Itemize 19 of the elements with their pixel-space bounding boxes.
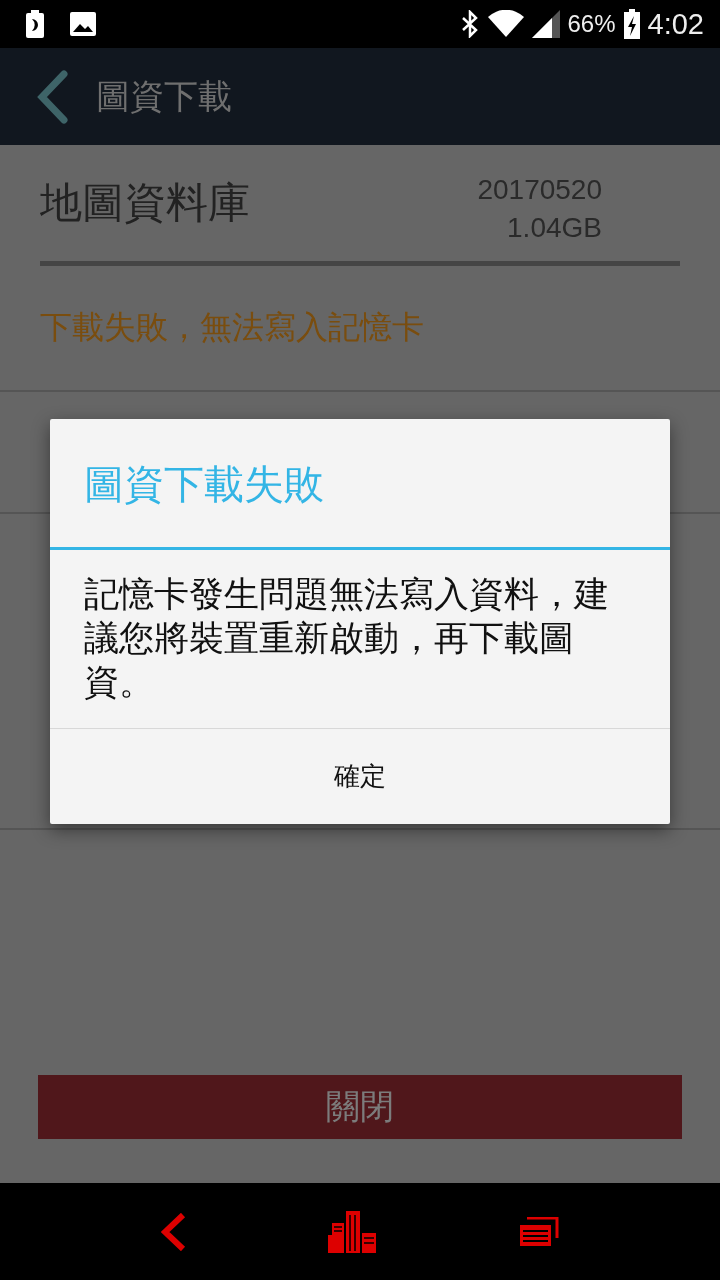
back-icon[interactable] (36, 69, 70, 124)
battery-charging-icon (623, 9, 640, 39)
confirm-button[interactable]: 確定 (50, 729, 670, 824)
database-size: 1.04GB (507, 211, 602, 245)
database-name: 地圖資料庫 (40, 177, 250, 229)
image-icon (70, 12, 96, 36)
dialog-message: 記憶卡發生問題無法寫入資料，建議您將裝置重新啟動，再下載圖資。 (83, 573, 610, 704)
back-icon[interactable] (160, 1212, 187, 1251)
buildings-icon[interactable] (328, 1210, 378, 1253)
battery-saver-icon (26, 10, 44, 38)
wifi-icon (487, 10, 524, 38)
battery-percentage: 66% (567, 10, 616, 38)
dialog-title: 圖資下載失敗 (83, 460, 325, 509)
page-title: 圖資下載 (96, 74, 232, 118)
clock: 4:02 (647, 7, 704, 41)
error-message: 下載失敗，無法寫入記憶卡 (39, 307, 425, 348)
database-version: 20170520 (477, 173, 602, 207)
stacked-cards-icon[interactable] (519, 1216, 560, 1247)
signal-icon (531, 10, 560, 38)
